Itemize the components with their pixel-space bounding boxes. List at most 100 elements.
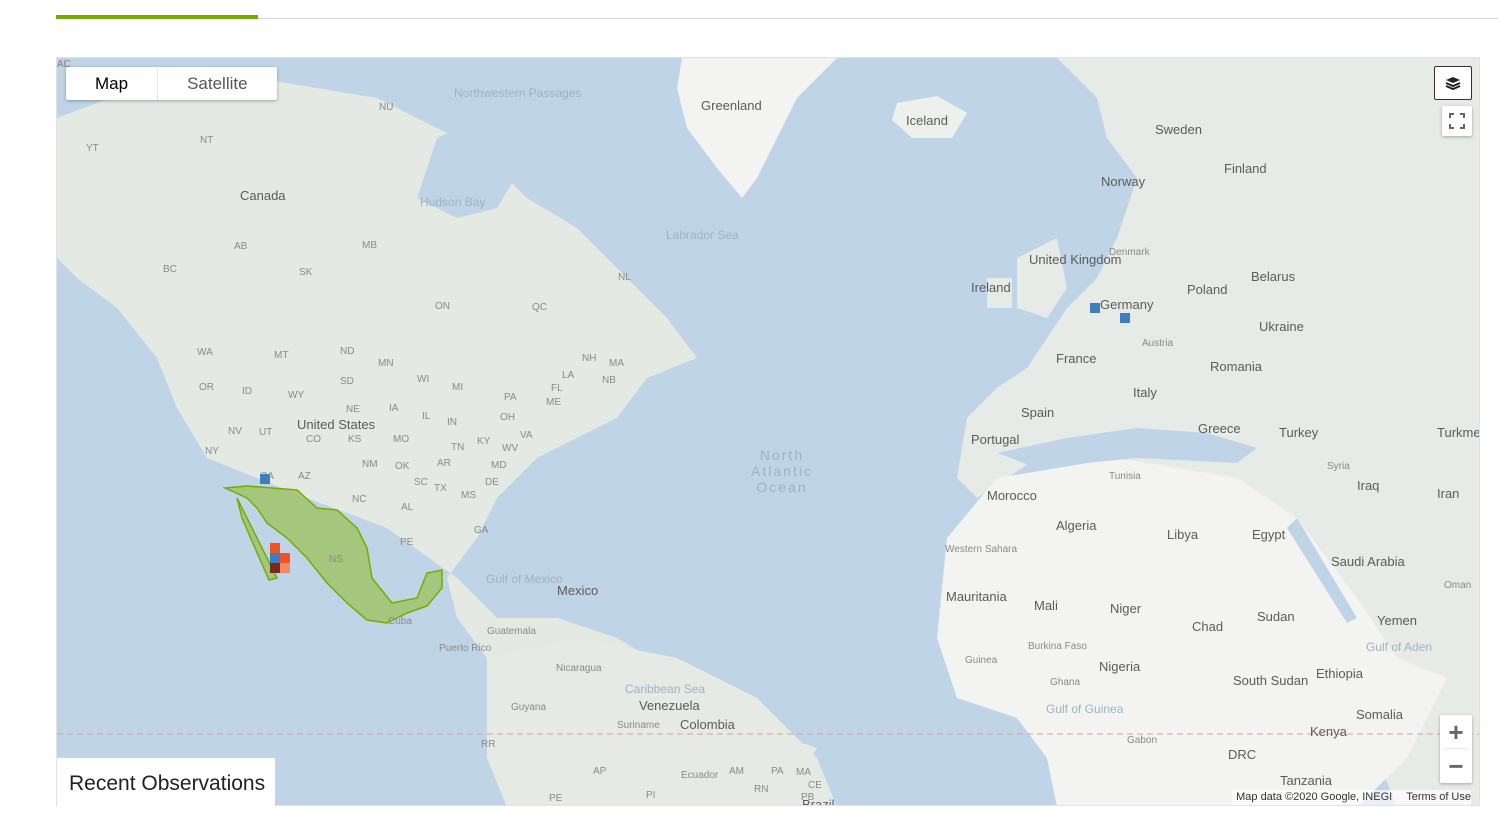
map-label: Ethiopia (1316, 666, 1363, 681)
map-label: Gulf of Aden (1366, 640, 1433, 654)
map-label: MA (609, 358, 624, 369)
map-label: Italy (1133, 385, 1157, 400)
map-label: OK (395, 461, 410, 472)
map-label: MS (461, 490, 476, 501)
map-label: Libya (1167, 527, 1199, 542)
map-label: Portugal (971, 432, 1020, 447)
map-label: Hudson Bay (420, 195, 486, 209)
map-label: Gabon (1127, 735, 1158, 746)
map-label: Iraq (1357, 478, 1380, 493)
map-label: Labrador Sea (666, 228, 739, 242)
map-label: NT (200, 135, 214, 146)
map-type-control: Map Satellite (66, 67, 277, 100)
observation-marker[interactable] (270, 543, 280, 553)
map-label: YT (86, 143, 99, 154)
observation-marker[interactable] (280, 563, 290, 573)
map-label: Sweden (1155, 122, 1202, 137)
map-label: NM (362, 459, 378, 470)
map-label: IN (447, 417, 457, 428)
map-label: Turkey (1279, 425, 1319, 440)
observation-marker[interactable] (1120, 313, 1130, 323)
observation-marker[interactable] (1090, 303, 1100, 313)
map-label: Gulf of Mexico (486, 572, 563, 586)
map-label: PI (646, 790, 656, 801)
map-label: Ukraine (1259, 319, 1304, 334)
map-label: RR (481, 739, 496, 750)
map-label: WI (417, 374, 430, 385)
map-label: VA (520, 430, 533, 441)
map-label: United Kingdom (1029, 252, 1122, 267)
map-label: Sudan (1257, 609, 1295, 624)
layers-icon (1445, 77, 1461, 91)
map-label: Saudi Arabia (1331, 554, 1405, 569)
map-label: Romania (1210, 359, 1263, 374)
map-label: Ecuador (681, 770, 719, 781)
tab-divider (56, 18, 1498, 19)
map-label: MO (393, 434, 410, 445)
map-label: SK (299, 267, 313, 278)
map-label: LA (562, 370, 575, 381)
map-label: BC (163, 264, 177, 275)
recent-observations-title: Recent Observations (57, 758, 275, 807)
observation-marker[interactable] (270, 563, 280, 573)
map-label: North Atlantic Ocean (751, 447, 813, 495)
layers-button[interactable] (1434, 66, 1472, 100)
map-label: TX (434, 483, 447, 494)
map-label: Burkina Faso (1028, 641, 1087, 652)
map-label: Oman (1444, 580, 1472, 591)
zoom-out-button[interactable]: − (1440, 749, 1472, 783)
active-tab-indicator (56, 15, 258, 19)
map-label: Yemen (1377, 613, 1417, 628)
observation-map[interactable]: Greenland Iceland Sweden Finland Norway North… (56, 57, 1480, 806)
map-label: NC (352, 494, 367, 505)
map-attribution: Map data ©2020 Google, INEGI Terms of Us… (1232, 790, 1471, 805)
map-label: ID (242, 386, 252, 397)
map-label: AZ (298, 471, 311, 482)
map-label: Gulf of Guinea (1046, 702, 1124, 716)
map-type-satellite-button[interactable]: Satellite (158, 67, 276, 100)
map-label: Iran (1437, 486, 1460, 501)
map-label: Nicaragua (556, 663, 602, 674)
map-label: Austria (1142, 338, 1174, 349)
map-type-map-button[interactable]: Map (66, 67, 159, 100)
map-label: Northwestern Passages (454, 86, 582, 100)
map-label: Algeria (1056, 518, 1097, 533)
map-label: Turkme (1437, 425, 1480, 440)
map-label: ON (435, 301, 450, 312)
map-label: Greenland (701, 98, 762, 113)
map-label: Greece (1198, 421, 1241, 436)
terms-of-use-link[interactable]: Terms of Use (1406, 791, 1471, 803)
map-label: Guinea (965, 655, 998, 666)
map-label: ME (546, 397, 561, 408)
map-label: IA (389, 403, 399, 414)
map-label: Poland (1187, 282, 1228, 297)
map-label: Western Sahara (945, 544, 1018, 555)
map-label: Somalia (1356, 707, 1403, 722)
map-label: Mexico (557, 583, 599, 598)
map-label: KS (348, 434, 362, 445)
observation-marker[interactable] (270, 553, 280, 563)
map-label: Norway (1101, 174, 1146, 189)
map-label: Egypt (1252, 527, 1286, 542)
map-label: Finland (1224, 161, 1267, 176)
map-label: Germany (1100, 297, 1154, 312)
zoom-in-button[interactable]: + (1440, 715, 1472, 749)
map-label: MN (378, 358, 394, 369)
observation-marker[interactable] (260, 474, 270, 484)
map-label: NY (205, 446, 219, 457)
map-label: Kenya (1310, 724, 1347, 739)
map-label: FL (551, 383, 563, 394)
map-label: NS (329, 554, 343, 565)
fullscreen-button[interactable] (1442, 106, 1472, 136)
map-label: NU (379, 102, 394, 113)
map-label: OH (500, 412, 515, 423)
map-label: PE (400, 537, 414, 548)
map-label: NV (228, 426, 242, 437)
observation-marker[interactable] (280, 553, 290, 563)
map-label: Tanzania (1280, 773, 1333, 788)
map-label: NL (618, 272, 631, 283)
map-label: AM (729, 766, 744, 777)
map-label: France (1056, 351, 1097, 366)
map-label: UT (259, 427, 273, 438)
map-label: Morocco (987, 488, 1037, 503)
